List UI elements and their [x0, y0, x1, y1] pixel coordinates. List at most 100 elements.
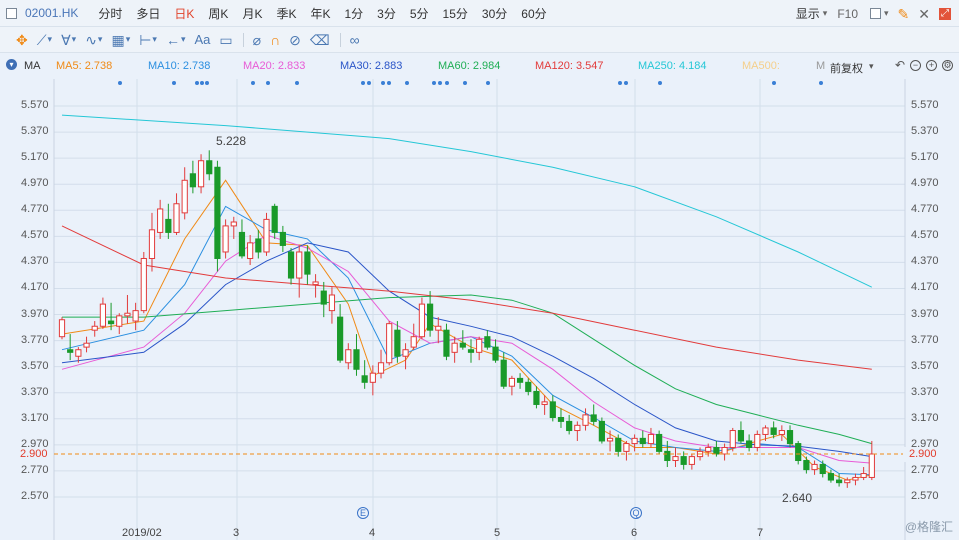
drawing-toolbar: ✥ ⟋ ▾ ∀ ▾ ∿ ▾ ▦ ▾ ⊢ ▾ ← ▾ Aa ▭ ⌀ ∩ ⊘ ⌫ ∞ — [0, 27, 959, 53]
pencil-icon[interactable]: ✎ — [898, 7, 910, 21]
candle — [729, 427, 736, 452]
watermark: @格隆汇 — [904, 520, 953, 534]
channel-tool-icon[interactable]: ∀ — [61, 33, 71, 47]
event-dot — [819, 81, 823, 85]
magnet-icon[interactable]: ∩ — [270, 33, 280, 47]
candle-body — [91, 325, 98, 331]
candle-body — [410, 336, 417, 348]
minus-icon[interactable]: − — [910, 59, 921, 71]
tab-period-9[interactable]: 5分 — [410, 7, 429, 21]
candle-body — [206, 160, 213, 175]
candle-body — [778, 430, 785, 435]
chevron-down-icon[interactable]: ▾ — [884, 9, 889, 18]
tab-period-7[interactable]: 1分 — [344, 7, 363, 21]
y-tick-label-left: 5.370 — [21, 125, 49, 138]
text-tool-button[interactable]: Aa — [194, 33, 210, 46]
candle — [386, 321, 393, 366]
candle-body — [402, 349, 409, 357]
candle-body — [500, 359, 507, 387]
tab-period-3[interactable]: 周K — [208, 7, 228, 21]
candle-body — [476, 338, 483, 353]
indicator-name[interactable]: MA — [24, 60, 41, 72]
tab-period-6[interactable]: 年K — [310, 7, 330, 21]
candle-body — [181, 179, 188, 214]
event-dot — [205, 81, 209, 85]
quarterly-event-marker[interactable]: Q — [630, 507, 642, 519]
candle-body — [762, 427, 769, 435]
y-tick-label-right: 3.970 — [911, 307, 939, 320]
candle-body — [574, 424, 581, 432]
sidebar-toggle-checkbox[interactable] — [6, 7, 17, 19]
tab-period-11[interactable]: 30分 — [482, 7, 507, 21]
event-dot — [772, 81, 776, 85]
chevron-down-icon[interactable]: ▾ — [126, 35, 131, 44]
gear-icon[interactable]: ⚙ — [942, 59, 953, 71]
close-icon[interactable]: ✕ — [918, 7, 930, 21]
undo-icon[interactable]: ↶ — [895, 58, 905, 72]
tab-period-0[interactable]: 分时 — [98, 7, 122, 21]
ma-legend-item: MA500: — [742, 60, 780, 72]
earnings-event-marker[interactable]: E — [357, 507, 369, 519]
wave-tool-icon[interactable]: ∿ — [85, 33, 97, 47]
f10-button[interactable]: F10 — [837, 7, 858, 21]
candle-body — [263, 218, 270, 253]
expand-icon[interactable]: ⤢ — [939, 7, 951, 20]
candle — [598, 417, 605, 444]
overlay-checkbox[interactable] — [870, 8, 881, 19]
chevron-down-icon[interactable]: ▾ — [181, 35, 186, 44]
crosshair-icon[interactable]: ✥ — [16, 33, 28, 47]
arrow-left-icon[interactable]: ← — [166, 33, 180, 47]
y-tick-label-left: 3.570 — [21, 359, 49, 372]
measure-tool-icon[interactable]: ⊢ — [139, 33, 151, 47]
stock-code[interactable]: 02001.HK — [25, 6, 78, 20]
candle-body — [148, 229, 156, 259]
link-icon[interactable]: ∞ — [350, 33, 360, 47]
chevron-down-icon[interactable]: ▾ — [48, 35, 53, 44]
comment-icon[interactable]: ▭ — [219, 33, 232, 47]
display-menu[interactable]: 显示 — [796, 5, 820, 22]
kline-chart[interactable] — [0, 79, 959, 540]
tab-period-10[interactable]: 15分 — [443, 7, 468, 21]
candle-body — [304, 251, 311, 275]
chevron-down-icon[interactable]: ▾ — [823, 9, 828, 18]
chevron-down-icon[interactable]: ▾ — [869, 62, 874, 71]
tab-period-5[interactable]: 季K — [276, 7, 296, 21]
y-tick-label-left: 4.770 — [21, 203, 49, 216]
period-tabs: 分时 多日 日K 周K 月K 季K 年K 1分 3分 5分 15分 30分 60分 — [84, 5, 546, 22]
chevron-down-icon[interactable]: ▾ — [152, 35, 157, 44]
candle-body — [688, 456, 695, 465]
x-tick-label: 7 — [757, 527, 764, 539]
y-tick-label-left: 3.370 — [21, 385, 49, 398]
line-tool-icon[interactable]: ⟋ — [37, 33, 47, 47]
tab-period-4[interactable]: 月K — [242, 7, 262, 21]
y-tick-label-right: 4.970 — [911, 177, 939, 190]
candle-body — [353, 349, 360, 370]
hide-icon[interactable]: ⊘ — [289, 33, 301, 47]
tab-period-2[interactable]: 日K — [174, 7, 194, 21]
eraser-icon[interactable]: ⌀ — [253, 33, 261, 47]
candle-body — [345, 349, 352, 364]
y-tick-label-left: 5.170 — [21, 151, 49, 164]
candle-body — [435, 325, 442, 331]
candle-body — [819, 463, 826, 475]
candle-body — [157, 208, 164, 233]
grid-tool-icon[interactable]: ▦ — [111, 33, 124, 47]
candle-body — [770, 427, 777, 435]
chevron-down-icon[interactable]: ▾ — [98, 35, 103, 44]
adjust-selector[interactable]: 前复权 — [830, 60, 863, 76]
indicator-bar: ▾ MA MA5: 2.738 MA10: 2.738 MA20: 2.833 MA3… — [0, 53, 959, 79]
plus-icon[interactable]: + — [926, 59, 937, 71]
tab-period-8[interactable]: 3分 — [377, 7, 396, 21]
indicator-controls: ↶ − + ⚙ — [895, 58, 953, 72]
trash-icon[interactable]: ⌫ — [310, 33, 330, 47]
collapse-icon[interactable]: ▾ — [6, 59, 17, 70]
candle-body — [868, 453, 875, 478]
y-tick-label-left: 4.370 — [21, 255, 49, 268]
chevron-down-icon[interactable]: ▾ — [72, 35, 77, 44]
candle-body — [754, 433, 761, 448]
candle-body — [811, 463, 818, 471]
tab-period-1[interactable]: 多日 — [136, 7, 160, 21]
tab-period-12[interactable]: 60分 — [521, 7, 546, 21]
x-tick-label: 5 — [494, 527, 501, 539]
event-dot — [361, 81, 365, 85]
